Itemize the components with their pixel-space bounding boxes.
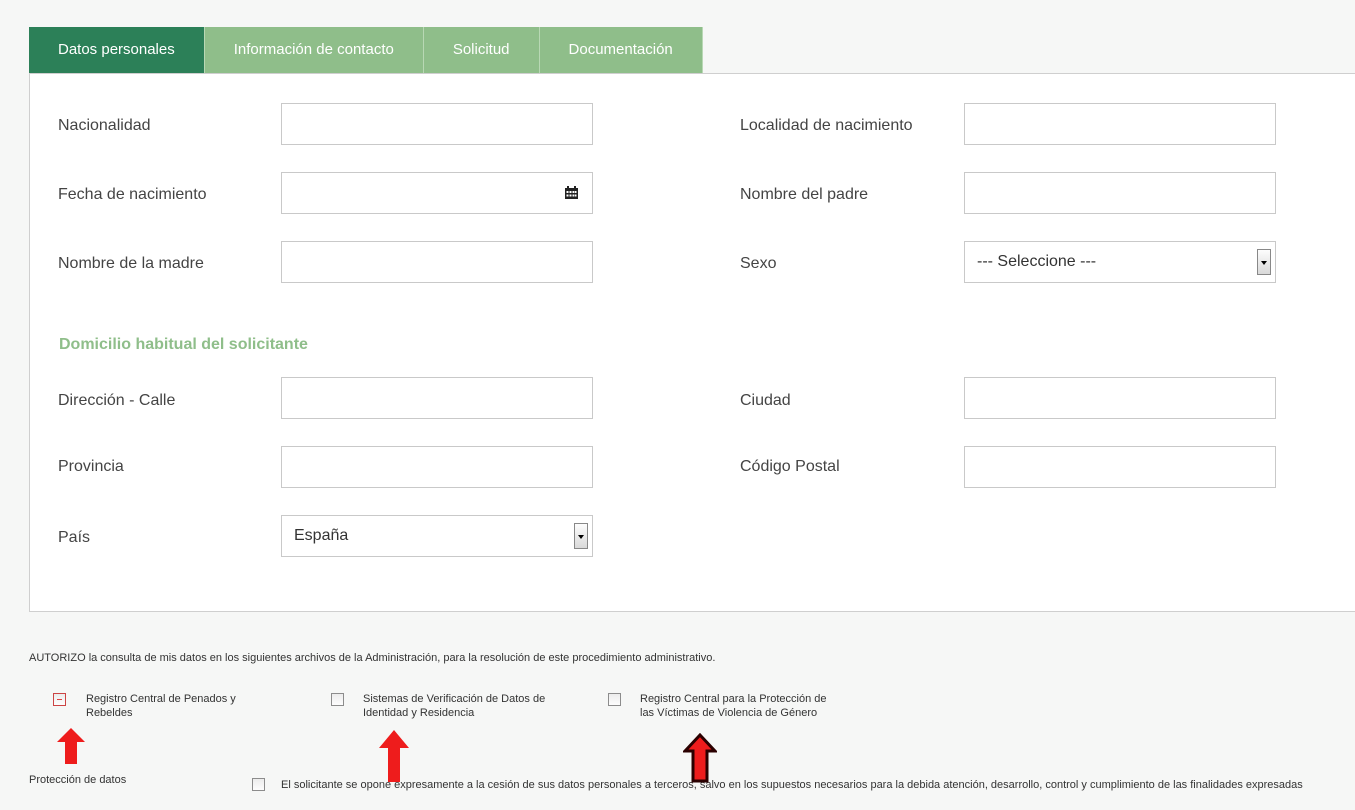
label-provincia: Provincia [58, 458, 124, 475]
label-registro-penados: Registro Central de Penados y Rebeldes [86, 693, 236, 719]
tab-informacion-contacto[interactable]: Información de contacto [204, 27, 424, 73]
localidad-nacimiento-input[interactable] [964, 103, 1276, 145]
provincia-input[interactable] [281, 446, 593, 488]
label-direccion-calle: Dirección - Calle [58, 392, 176, 409]
data-protection-label: Protección de datos [29, 774, 127, 786]
ciudad-input[interactable] [964, 377, 1276, 419]
fecha-nacimiento-input[interactable] [281, 172, 593, 214]
sexo-selected-value: --- Seleccione --- [977, 253, 1097, 270]
calendar-icon[interactable] [565, 186, 578, 199]
data-protection-text: El solicitante se opone expresamente a l… [281, 779, 1303, 791]
label-sistemas-verificacion: Sistemas de Verificación de Datos de Ide… [363, 693, 546, 719]
pais-selected-value: España [294, 527, 349, 544]
authorize-text: AUTORIZO la consulta de mis datos en los… [29, 652, 716, 664]
chevron-down-icon[interactable] [1257, 249, 1271, 275]
checkbox-registro-victimas[interactable] [608, 693, 621, 706]
sexo-select[interactable]: --- Seleccione --- [964, 241, 1276, 283]
tab-documentacion[interactable]: Documentación [539, 27, 703, 73]
label-registro-victimas: Registro Central para la Protección de l… [640, 693, 827, 719]
label-pais: País [58, 529, 91, 546]
arrow-up-icon [379, 730, 409, 782]
label-nacionalidad: Nacionalidad [58, 117, 151, 134]
nombre-madre-input[interactable] [281, 241, 593, 283]
arrow-up-icon [683, 733, 717, 783]
checkbox-data-protection[interactable] [252, 778, 265, 791]
label-ciudad: Ciudad [740, 392, 791, 409]
label-sexo: Sexo [740, 255, 777, 272]
checkbox-sistemas-verificacion[interactable] [331, 693, 344, 706]
label-nombre-padre: Nombre del padre [740, 186, 869, 203]
label-localidad-nacimiento: Localidad de nacimiento [740, 117, 913, 134]
chevron-down-icon[interactable] [574, 523, 588, 549]
pais-select[interactable]: España [281, 515, 593, 557]
label-codigo-postal: Código Postal [740, 458, 840, 475]
tab-datos-personales[interactable]: Datos personales [29, 27, 205, 73]
nombre-padre-input[interactable] [964, 172, 1276, 214]
checkbox-registro-penados[interactable] [53, 693, 66, 706]
codigo-postal-input[interactable] [964, 446, 1276, 488]
tab-solicitud[interactable]: Solicitud [423, 27, 540, 73]
section-title-domicilio: Domicilio habitual del solicitante [59, 336, 308, 353]
label-nombre-madre: Nombre de la madre [58, 255, 204, 272]
label-fecha-nacimiento: Fecha de nacimiento [58, 186, 207, 203]
tab-bar: Datos personales Información de contacto… [29, 27, 703, 73]
nacionalidad-input[interactable] [281, 103, 593, 145]
arrow-up-icon [57, 728, 85, 764]
direccion-calle-input[interactable] [281, 377, 593, 419]
form-panel: Nacionalidad Localidad de nacimiento Fec… [29, 73, 1355, 612]
